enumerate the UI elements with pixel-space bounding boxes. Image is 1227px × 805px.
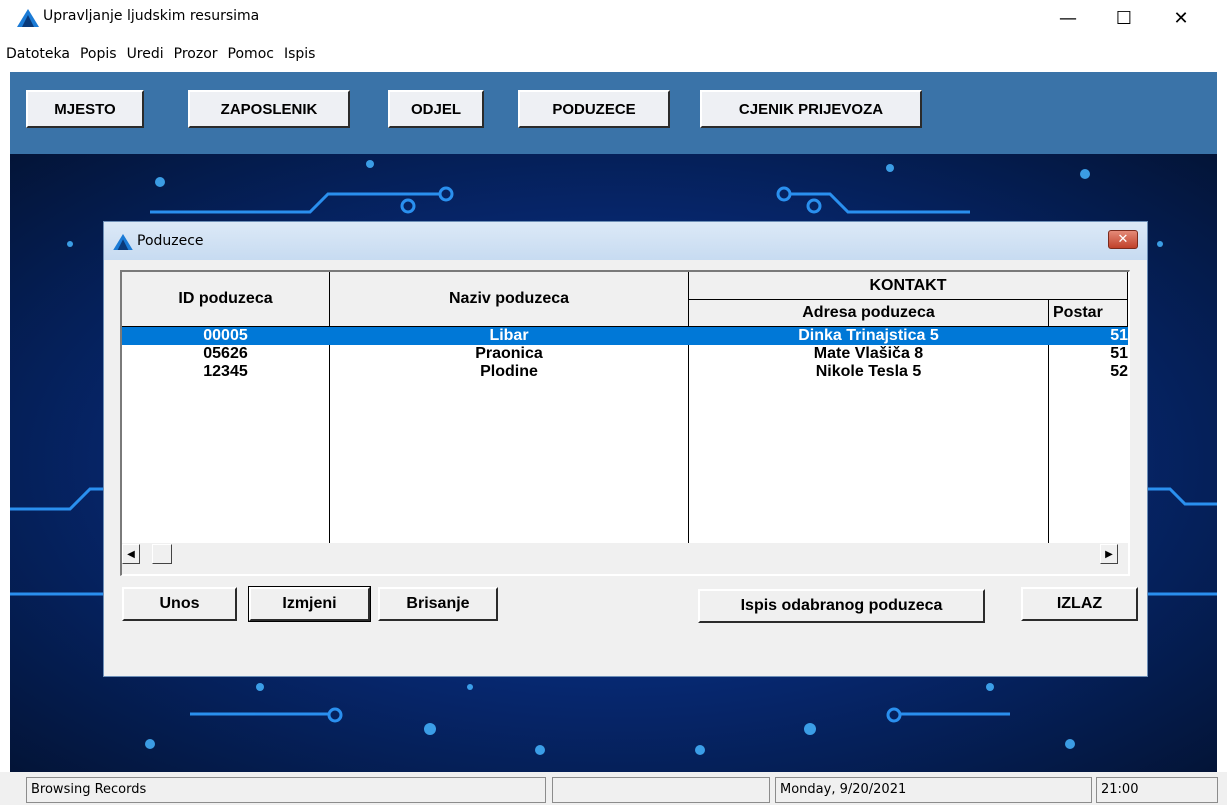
mjesto-button[interactable]: MJESTO <box>26 90 144 128</box>
app-triangle-icon <box>17 9 39 27</box>
izlaz-button[interactable]: IZLAZ <box>1021 587 1138 621</box>
window-title: Upravljanje ljudskim resursima <box>43 8 260 24</box>
status-bar: Browsing Records Monday, 9/20/2021 21:00 <box>0 772 1227 805</box>
status-text: Browsing Records <box>26 777 546 803</box>
poduzece-button[interactable]: PODUZECE <box>518 90 670 128</box>
unos-button[interactable]: Unos <box>122 587 237 621</box>
cell-id: 05626 <box>203 345 248 362</box>
cell-naziv: Praonica <box>475 345 543 362</box>
header-naziv[interactable]: Naziv poduzeca <box>330 272 689 327</box>
company-grid[interactable]: ID poduzeca Naziv poduzeca KONTAKT Adres… <box>120 270 1130 576</box>
cell-adresa: Mate Vlašiča 8 <box>813 345 924 362</box>
brisanje-button[interactable]: Brisanje <box>378 587 498 621</box>
dialog-title: Poduzece <box>137 233 204 249</box>
cell-postar: 52 <box>1110 363 1128 380</box>
cell-naziv: Plodine <box>480 363 538 380</box>
ispis-odabranog-button[interactable]: Ispis odabranog poduzeca <box>698 589 985 623</box>
cell-naziv: Libar <box>489 327 529 344</box>
scroll-thumb[interactable] <box>152 544 172 564</box>
toolbar: MJESTO ZAPOSLENIK ODJEL PODUZECE CJENIK … <box>10 72 1217 154</box>
maximize-button[interactable]: ☐ <box>1101 0 1147 36</box>
dialog-title-bar: Poduzece ✕ <box>104 222 1147 260</box>
scroll-left-icon[interactable]: ◀ <box>122 544 140 564</box>
izmjeni-button[interactable]: Izmjeni <box>248 586 371 622</box>
menu-ispis[interactable]: Ispis <box>280 46 320 62</box>
cell-postar: 51 <box>1110 327 1128 344</box>
menu-prozor[interactable]: Prozor <box>170 46 222 62</box>
header-adresa[interactable]: Adresa poduzeca <box>689 300 1049 327</box>
horizontal-scrollbar[interactable]: ◀ ▶ <box>122 543 1128 574</box>
menu-pomoc[interactable]: Pomoc <box>224 46 278 62</box>
menu-popis[interactable]: Popis <box>76 46 121 62</box>
dialog-triangle-icon <box>113 234 133 250</box>
status-pane-empty <box>552 777 770 803</box>
cjenik-prijevoza-button[interactable]: CJENIK PRIJEVOZA <box>700 90 922 128</box>
cell-adresa: Dinka Trinajstica 5 <box>798 327 939 344</box>
close-button[interactable]: ✕ <box>1158 0 1204 36</box>
cell-adresa: Nikole Tesla 5 <box>815 363 922 380</box>
menu-datoteka[interactable]: Datoteka <box>2 46 74 62</box>
table-row[interactable]: 00005 Libar Dinka Trinajstica 5 51 <box>122 327 1128 345</box>
dialog-close-button[interactable]: ✕ <box>1108 230 1138 249</box>
cell-postar: 51 <box>1110 345 1128 362</box>
menu-bar: Datoteka Popis Uredi Prozor Pomoc Ispis <box>0 36 1227 72</box>
status-time: 21:00 <box>1096 777 1218 803</box>
header-postar[interactable]: Postar <box>1049 300 1128 327</box>
header-id[interactable]: ID poduzeca <box>122 272 330 327</box>
table-row[interactable]: 12345 Plodine Nikole Tesla 5 52 <box>122 363 1128 381</box>
cell-id: 00005 <box>203 327 248 344</box>
odjel-button[interactable]: ODJEL <box>388 90 484 128</box>
zaposlenik-button[interactable]: ZAPOSLENIK <box>188 90 350 128</box>
header-kontakt: KONTAKT <box>689 272 1128 300</box>
scroll-right-icon[interactable]: ▶ <box>1100 544 1118 564</box>
status-date: Monday, 9/20/2021 <box>775 777 1092 803</box>
table-row[interactable]: 05626 Praonica Mate Vlašiča 8 51 <box>122 345 1128 363</box>
cell-id: 12345 <box>203 363 248 380</box>
title-bar: Upravljanje ljudskim resursima — ☐ ✕ <box>0 0 1227 36</box>
poduzece-dialog: Poduzece ✕ ID poduzeca Naziv poduzeca KO… <box>103 221 1148 677</box>
menu-uredi[interactable]: Uredi <box>123 46 168 62</box>
minimize-button[interactable]: — <box>1045 0 1091 36</box>
